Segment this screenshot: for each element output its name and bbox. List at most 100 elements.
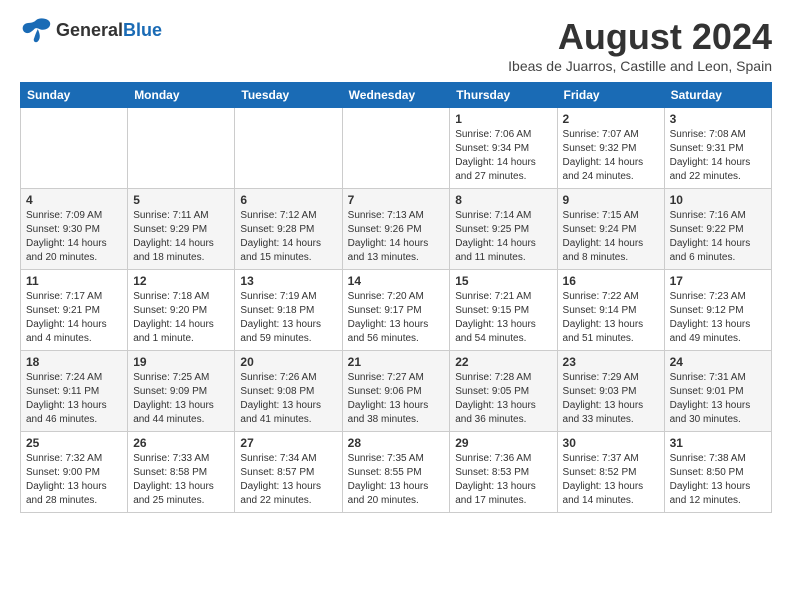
calendar-cell: 22Sunrise: 7:28 AM Sunset: 9:05 PM Dayli… — [450, 351, 557, 432]
day-number: 9 — [563, 193, 659, 207]
day-info: Sunrise: 7:06 AM Sunset: 9:34 PM Dayligh… — [455, 128, 551, 184]
day-number: 26 — [133, 436, 229, 450]
weekday-header-saturday: Saturday — [664, 83, 771, 108]
weekday-header-tuesday: Tuesday — [235, 83, 342, 108]
day-info: Sunrise: 7:21 AM Sunset: 9:15 PM Dayligh… — [455, 290, 551, 346]
calendar-cell: 17Sunrise: 7:23 AM Sunset: 9:12 PM Dayli… — [664, 270, 771, 351]
weekday-header-monday: Monday — [128, 83, 235, 108]
day-number: 11 — [26, 274, 122, 288]
day-info: Sunrise: 7:22 AM Sunset: 9:14 PM Dayligh… — [563, 290, 659, 346]
day-number: 2 — [563, 112, 659, 126]
day-number: 28 — [348, 436, 445, 450]
month-title: August 2024 — [508, 16, 772, 58]
day-info: Sunrise: 7:28 AM Sunset: 9:05 PM Dayligh… — [455, 371, 551, 427]
day-number: 29 — [455, 436, 551, 450]
day-number: 5 — [133, 193, 229, 207]
day-info: Sunrise: 7:19 AM Sunset: 9:18 PM Dayligh… — [240, 290, 336, 346]
day-info: Sunrise: 7:31 AM Sunset: 9:01 PM Dayligh… — [670, 371, 766, 427]
day-info: Sunrise: 7:37 AM Sunset: 8:52 PM Dayligh… — [563, 452, 659, 508]
day-number: 6 — [240, 193, 336, 207]
day-info: Sunrise: 7:35 AM Sunset: 8:55 PM Dayligh… — [348, 452, 445, 508]
day-info: Sunrise: 7:09 AM Sunset: 9:30 PM Dayligh… — [26, 209, 122, 265]
day-info: Sunrise: 7:27 AM Sunset: 9:06 PM Dayligh… — [348, 371, 445, 427]
day-info: Sunrise: 7:12 AM Sunset: 9:28 PM Dayligh… — [240, 209, 336, 265]
calendar-cell: 18 Sunrise: 7:24 AM Sunset: 9:11 PM Dayli… — [21, 351, 128, 432]
title-block: August 2024 Ibeas de Juarros, Castille a… — [508, 16, 772, 74]
calendar-week-3: 11 Sunrise: 7:17 AM Sunset: 9:21 PM Dayli… — [21, 270, 772, 351]
day-info: Sunrise: 7:14 AM Sunset: 9:25 PM Dayligh… — [455, 209, 551, 265]
calendar-cell: 11 Sunrise: 7:17 AM Sunset: 9:21 PM Dayli… — [21, 270, 128, 351]
calendar-table: SundayMondayTuesdayWednesdayThursdayFrid… — [20, 82, 772, 513]
calendar-cell: 1 Sunrise: 7:06 AM Sunset: 9:34 PM Daylig… — [450, 108, 557, 189]
day-info: Sunrise: 7:24 AM Sunset: 9:11 PM Dayligh… — [26, 371, 122, 427]
weekday-header-thursday: Thursday — [450, 83, 557, 108]
day-info: Sunrise: 7:13 AM Sunset: 9:26 PM Dayligh… — [348, 209, 445, 265]
day-number: 10 — [670, 193, 766, 207]
weekday-header-sunday: Sunday — [21, 83, 128, 108]
day-info: Sunrise: 7:15 AM Sunset: 9:24 PM Dayligh… — [563, 209, 659, 265]
logo: GeneralBlue — [20, 16, 162, 44]
day-number: 12 — [133, 274, 229, 288]
day-info: Sunrise: 7:23 AM Sunset: 9:12 PM Dayligh… — [670, 290, 766, 346]
calendar-cell: 14 Sunrise: 7:20 AM Sunset: 9:17 PM Dayli… — [342, 270, 450, 351]
day-info: Sunrise: 7:08 AM Sunset: 9:31 PM Dayligh… — [670, 128, 766, 184]
calendar-cell: 8Sunrise: 7:14 AM Sunset: 9:25 PM Daylig… — [450, 189, 557, 270]
day-number: 1 — [455, 112, 551, 126]
day-info: Sunrise: 7:11 AM Sunset: 9:29 PM Dayligh… — [133, 209, 229, 265]
day-info: Sunrise: 7:20 AM Sunset: 9:17 PM Dayligh… — [348, 290, 445, 346]
day-info: Sunrise: 7:36 AM Sunset: 8:53 PM Dayligh… — [455, 452, 551, 508]
day-number: 20 — [240, 355, 336, 369]
calendar-cell: 12 Sunrise: 7:18 AM Sunset: 9:20 PM Dayli… — [128, 270, 235, 351]
day-number: 15 — [455, 274, 551, 288]
day-number: 18 — [26, 355, 122, 369]
calendar-cell: 27 Sunrise: 7:34 AM Sunset: 8:57 PM Dayli… — [235, 432, 342, 513]
day-number: 3 — [670, 112, 766, 126]
day-info: Sunrise: 7:32 AM Sunset: 9:00 PM Dayligh… — [26, 452, 122, 508]
calendar-week-4: 18 Sunrise: 7:24 AM Sunset: 9:11 PM Dayli… — [21, 351, 772, 432]
day-number: 27 — [240, 436, 336, 450]
day-number: 25 — [26, 436, 122, 450]
calendar-cell: 7 Sunrise: 7:13 AM Sunset: 9:26 PM Daylig… — [342, 189, 450, 270]
calendar-cell: 25 Sunrise: 7:32 AM Sunset: 9:00 PM Dayli… — [21, 432, 128, 513]
calendar-cell — [235, 108, 342, 189]
day-info: Sunrise: 7:38 AM Sunset: 8:50 PM Dayligh… — [670, 452, 766, 508]
day-number: 21 — [348, 355, 445, 369]
calendar-cell: 15 Sunrise: 7:21 AM Sunset: 9:15 PM Dayli… — [450, 270, 557, 351]
calendar-week-5: 25 Sunrise: 7:32 AM Sunset: 9:00 PM Dayli… — [21, 432, 772, 513]
day-info: Sunrise: 7:33 AM Sunset: 8:58 PM Dayligh… — [133, 452, 229, 508]
calendar-cell: 13 Sunrise: 7:19 AM Sunset: 9:18 PM Dayli… — [235, 270, 342, 351]
calendar-cell: 21 Sunrise: 7:27 AM Sunset: 9:06 PM Dayli… — [342, 351, 450, 432]
day-number: 7 — [348, 193, 445, 207]
day-number: 16 — [563, 274, 659, 288]
weekday-header-friday: Friday — [557, 83, 664, 108]
day-info: Sunrise: 7:25 AM Sunset: 9:09 PM Dayligh… — [133, 371, 229, 427]
calendar-cell: 24 Sunrise: 7:31 AM Sunset: 9:01 PM Dayli… — [664, 351, 771, 432]
day-number: 24 — [670, 355, 766, 369]
calendar-cell: 5 Sunrise: 7:11 AM Sunset: 9:29 PM Daylig… — [128, 189, 235, 270]
calendar-cell: 26 Sunrise: 7:33 AM Sunset: 8:58 PM Dayli… — [128, 432, 235, 513]
page-header: GeneralBlue August 2024 Ibeas de Juarros… — [20, 16, 772, 74]
calendar-cell: 30Sunrise: 7:37 AM Sunset: 8:52 PM Dayli… — [557, 432, 664, 513]
day-info: Sunrise: 7:18 AM Sunset: 9:20 PM Dayligh… — [133, 290, 229, 346]
calendar-cell: 3 Sunrise: 7:08 AM Sunset: 9:31 PM Daylig… — [664, 108, 771, 189]
day-number: 4 — [26, 193, 122, 207]
calendar-cell — [21, 108, 128, 189]
calendar-cell: 29 Sunrise: 7:36 AM Sunset: 8:53 PM Dayli… — [450, 432, 557, 513]
day-number: 14 — [348, 274, 445, 288]
calendar-cell — [342, 108, 450, 189]
day-info: Sunrise: 7:16 AM Sunset: 9:22 PM Dayligh… — [670, 209, 766, 265]
day-number: 13 — [240, 274, 336, 288]
day-number: 19 — [133, 355, 229, 369]
day-info: Sunrise: 7:07 AM Sunset: 9:32 PM Dayligh… — [563, 128, 659, 184]
calendar-cell: 28 Sunrise: 7:35 AM Sunset: 8:55 PM Dayli… — [342, 432, 450, 513]
calendar-cell: 2 Sunrise: 7:07 AM Sunset: 9:32 PM Daylig… — [557, 108, 664, 189]
calendar-cell: 16 Sunrise: 7:22 AM Sunset: 9:14 PM Dayli… — [557, 270, 664, 351]
day-info: Sunrise: 7:34 AM Sunset: 8:57 PM Dayligh… — [240, 452, 336, 508]
day-number: 31 — [670, 436, 766, 450]
calendar-cell: 19 Sunrise: 7:25 AM Sunset: 9:09 PM Dayli… — [128, 351, 235, 432]
weekday-header-wednesday: Wednesday — [342, 83, 450, 108]
calendar-cell: 31 Sunrise: 7:38 AM Sunset: 8:50 PM Dayli… — [664, 432, 771, 513]
day-info: Sunrise: 7:17 AM Sunset: 9:21 PM Dayligh… — [26, 290, 122, 346]
day-info: Sunrise: 7:26 AM Sunset: 9:08 PM Dayligh… — [240, 371, 336, 427]
logo-text: GeneralBlue — [56, 20, 162, 41]
